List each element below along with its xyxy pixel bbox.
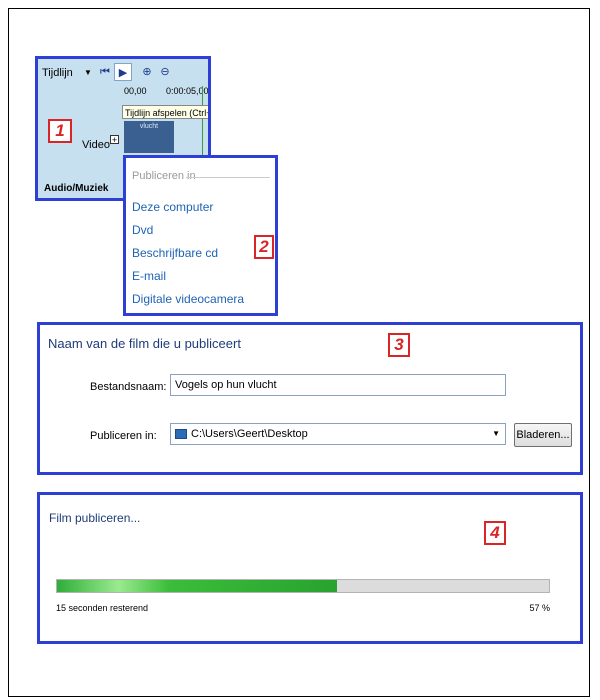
divider — [186, 177, 270, 178]
progress-fill — [57, 580, 338, 592]
play-button[interactable]: ▶ — [114, 63, 132, 81]
menu-item-writable-cd[interactable]: Beschrijfbare cd — [132, 246, 218, 260]
expand-icon[interactable]: + — [110, 135, 119, 145]
progress-bar — [56, 579, 550, 593]
clip-label: vlucht — [139, 123, 159, 130]
menu-item-digital-videocamera[interactable]: Digitale videocamera — [132, 292, 244, 306]
play-tooltip: Tijdlijn afspelen (Ctrl+ — [122, 105, 208, 119]
publish-location-select[interactable]: C:\Users\Geert\Desktop ▼ — [170, 423, 506, 445]
publish-progress-panel: Film publiceren... 4 15 seconden restere… — [37, 492, 583, 644]
menu-item-this-computer[interactable]: Deze computer — [132, 200, 213, 214]
timeline-toolbar: Tijdlijn ▼ ⏮ ▶ ⊕ ⊖ — [38, 59, 208, 89]
video-track-label: Video — [82, 139, 110, 151]
section-title: Naam van de film die u publiceert — [48, 336, 241, 351]
publish-menu: Publiceren in Deze computer Dvd Beschrij… — [123, 155, 278, 316]
step-number-2: 2 — [254, 235, 274, 259]
step-number-4: 4 — [484, 521, 506, 545]
browse-button[interactable]: Bladeren... — [514, 423, 572, 447]
chevron-down-icon[interactable]: ▼ — [84, 68, 92, 77]
filename-input[interactable]: Vogels op hun vlucht — [170, 374, 506, 396]
publish-location-label: Publiceren in: — [90, 430, 157, 442]
timeline-ruler: 00,00 0:00:05,00 — [124, 86, 208, 96]
video-clip[interactable]: vlucht — [124, 121, 174, 153]
audio-track-label: Audio/Muziek — [44, 183, 109, 194]
time-remaining: 15 seconden resterend — [56, 603, 149, 613]
progress-percent: 57 % — [529, 603, 550, 613]
filename-label: Bestandsnaam: — [90, 381, 167, 393]
ruler-start: 00,00 — [124, 86, 147, 96]
zoom-in-icon[interactable]: ⊕ — [138, 63, 156, 81]
playhead[interactable] — [202, 86, 203, 158]
menu-item-email[interactable]: E-mail — [132, 269, 166, 283]
chevron-down-icon[interactable]: ▼ — [492, 424, 500, 444]
step-number-3: 3 — [388, 333, 410, 357]
zoom-out-icon[interactable]: ⊖ — [156, 63, 174, 81]
progress-title: Film publiceren... — [49, 511, 141, 525]
rewind-icon[interactable]: ⏮ — [96, 63, 114, 81]
publish-settings-panel: Naam van de film die u publiceert 3 Best… — [37, 322, 583, 475]
timeline-dropdown[interactable]: Tijdlijn — [42, 67, 73, 79]
menu-item-dvd[interactable]: Dvd — [132, 223, 153, 237]
drive-icon — [175, 429, 187, 439]
menu-header: Publiceren in — [132, 170, 196, 182]
step-number-1: 1 — [48, 119, 72, 143]
location-path: C:\Users\Geert\Desktop — [191, 428, 308, 440]
